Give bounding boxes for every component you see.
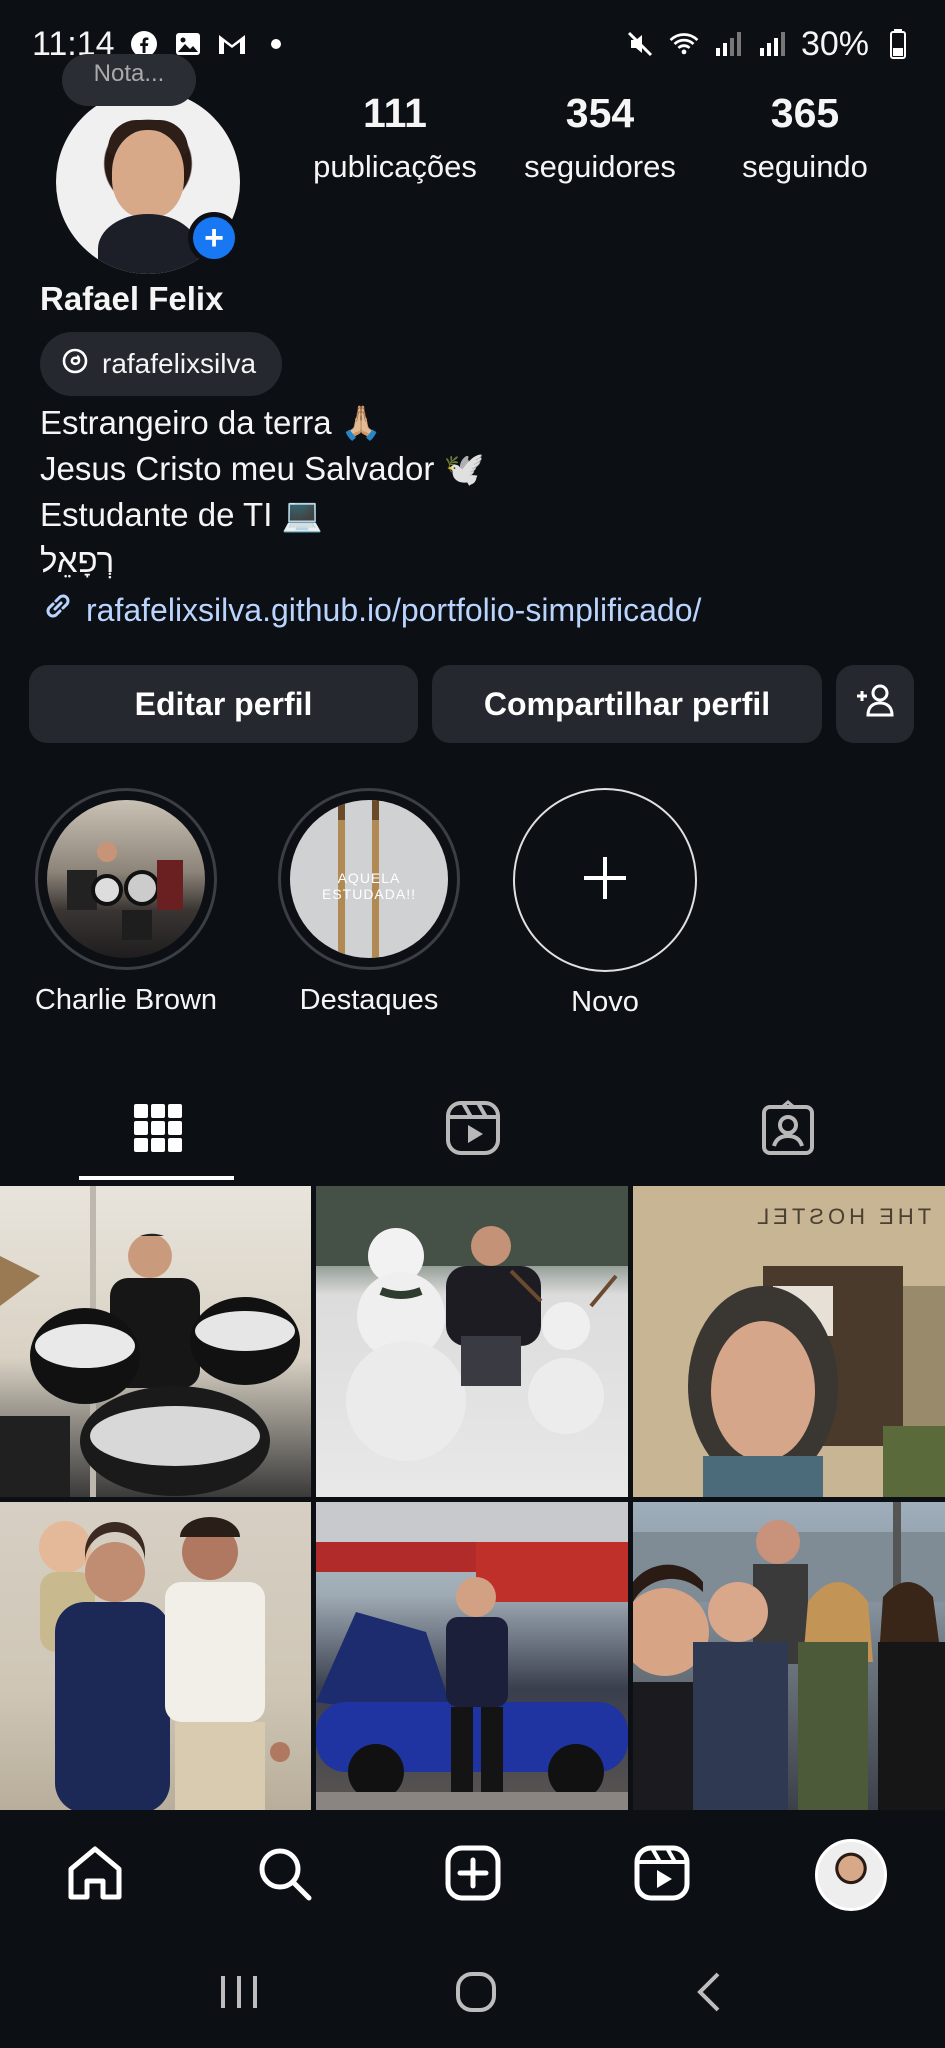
highlight-destaques[interactable]: AQUELA ESTUDADA!! Destaques [269, 788, 469, 1017]
stat-following-value: 365 [770, 90, 840, 136]
discover-people-button[interactable] [836, 665, 914, 743]
stat-followers-label: seguidores [524, 149, 676, 184]
gmail-icon [217, 29, 247, 59]
new-highlight-ring [513, 788, 697, 972]
profile-tabs [0, 1080, 945, 1180]
highlight-label: Charlie Brown [34, 984, 218, 1016]
highlight-cover: AQUELA ESTUDADA!! [290, 800, 448, 958]
reels-icon [632, 1843, 692, 1908]
nav-create[interactable] [423, 1825, 523, 1925]
stat-following-label: seguindo [742, 149, 868, 184]
post-thumbnail[interactable] [0, 1502, 311, 1813]
highlight-ring: AQUELA ESTUDADA!! [278, 788, 460, 970]
bio: Estrangeiro da terra 🙏🏼 Jesus Cristo meu… [40, 400, 485, 584]
bio-line: רְפָאֵל [40, 542, 115, 579]
highlight-new[interactable]: Novo [505, 788, 705, 1019]
highlight-label: Destaques [299, 984, 439, 1016]
post-thumbnail[interactable]: THE HOSTEL [633, 1186, 945, 1497]
highlight-label: Novo [571, 986, 639, 1018]
link-icon [40, 588, 76, 632]
tab-tagged[interactable] [630, 1080, 945, 1180]
highlight-ring [35, 788, 217, 970]
profile-actions: Editar perfil Compartilhar perfil [29, 665, 916, 743]
home-icon [65, 1843, 125, 1908]
threads-badge[interactable]: rafafelixsilva [40, 332, 283, 396]
home-button-icon[interactable] [454, 1970, 498, 2019]
stat-posts[interactable]: 111 publicações [295, 90, 495, 185]
nav-reels[interactable] [612, 1825, 712, 1925]
profile-avatar-small [814, 1839, 887, 1911]
highlight-cover [47, 800, 205, 958]
battery-icon [883, 29, 913, 59]
post-thumbnail[interactable] [0, 1186, 311, 1497]
post-thumbnail[interactable] [316, 1186, 628, 1497]
signal-icon [713, 29, 743, 59]
story-highlights: Charlie Brown AQUELA ESTUDADA!! Destaque… [0, 788, 945, 1018]
mute-icon [625, 29, 655, 59]
tagged-icon [760, 1099, 816, 1161]
hostel-sign-text: THE HOSTEL [753, 1204, 932, 1229]
threads-icon [60, 346, 90, 383]
profile-link-text: rafafelixsilva.github.io/portfolio-simpl… [86, 591, 702, 628]
status-right: 30% [625, 25, 913, 64]
back-icon[interactable] [692, 1970, 728, 2019]
add-story-plus-icon[interactable]: + [188, 212, 240, 264]
system-navigation [0, 1940, 945, 2048]
profile-stats: 111 publicações 354 seguidores 365 segui… [295, 90, 905, 185]
grid-icon [132, 1102, 184, 1159]
bio-line: Estudante de TI 💻 [40, 496, 323, 533]
plus-icon [580, 853, 630, 908]
posts-grid: THE HOSTEL [0, 1186, 945, 1813]
search-icon [254, 1843, 314, 1908]
add-person-icon [853, 682, 897, 726]
highlight-charlie-brown[interactable]: Charlie Brown [26, 788, 226, 1017]
nav-search[interactable] [234, 1825, 334, 1925]
stat-posts-label: publicações [313, 149, 477, 184]
reels-icon [445, 1100, 501, 1161]
recent-apps-icon[interactable] [217, 1972, 261, 2017]
edit-profile-button[interactable]: Editar perfil [29, 665, 418, 743]
bottom-navigation [0, 1810, 945, 1940]
profile-header: + Nota... 111 publicações 354 seguidores… [0, 54, 945, 280]
profile-link[interactable]: rafafelixsilva.github.io/portfolio-simpl… [40, 588, 701, 632]
nav-home[interactable] [45, 1825, 145, 1925]
tab-posts-grid[interactable] [0, 1080, 315, 1180]
tab-reels[interactable] [315, 1080, 630, 1180]
stat-following[interactable]: 365 seguindo [705, 90, 905, 185]
bio-line: Estrangeiro da terra 🙏🏼 [40, 404, 382, 441]
post-thumbnail[interactable] [316, 1502, 628, 1813]
notification-dot-icon [270, 39, 281, 49]
profile-avatar[interactable]: + [56, 90, 240, 274]
battery-percent: 30% [800, 24, 869, 63]
signal-2-icon [757, 29, 787, 59]
post-thumbnail[interactable] [633, 1502, 945, 1813]
nav-profile[interactable] [801, 1825, 901, 1925]
bio-line: Jesus Cristo meu Salvador 🕊️ [40, 450, 485, 487]
stat-followers[interactable]: 354 seguidores [500, 90, 700, 185]
note-bubble[interactable]: Nota... [62, 54, 196, 106]
avatar-face [112, 130, 184, 218]
highlight-overlay-text: AQUELA ESTUDADA!! [321, 870, 416, 902]
stat-followers-value: 354 [565, 90, 635, 136]
threads-handle: rafafelixsilva [102, 348, 257, 379]
share-profile-button[interactable]: Compartilhar perfil [432, 665, 822, 743]
stat-posts-value: 111 [363, 90, 427, 136]
wifi-icon [669, 29, 699, 59]
profile-name: Rafael Felix [40, 280, 224, 317]
create-post-icon [443, 1843, 503, 1908]
